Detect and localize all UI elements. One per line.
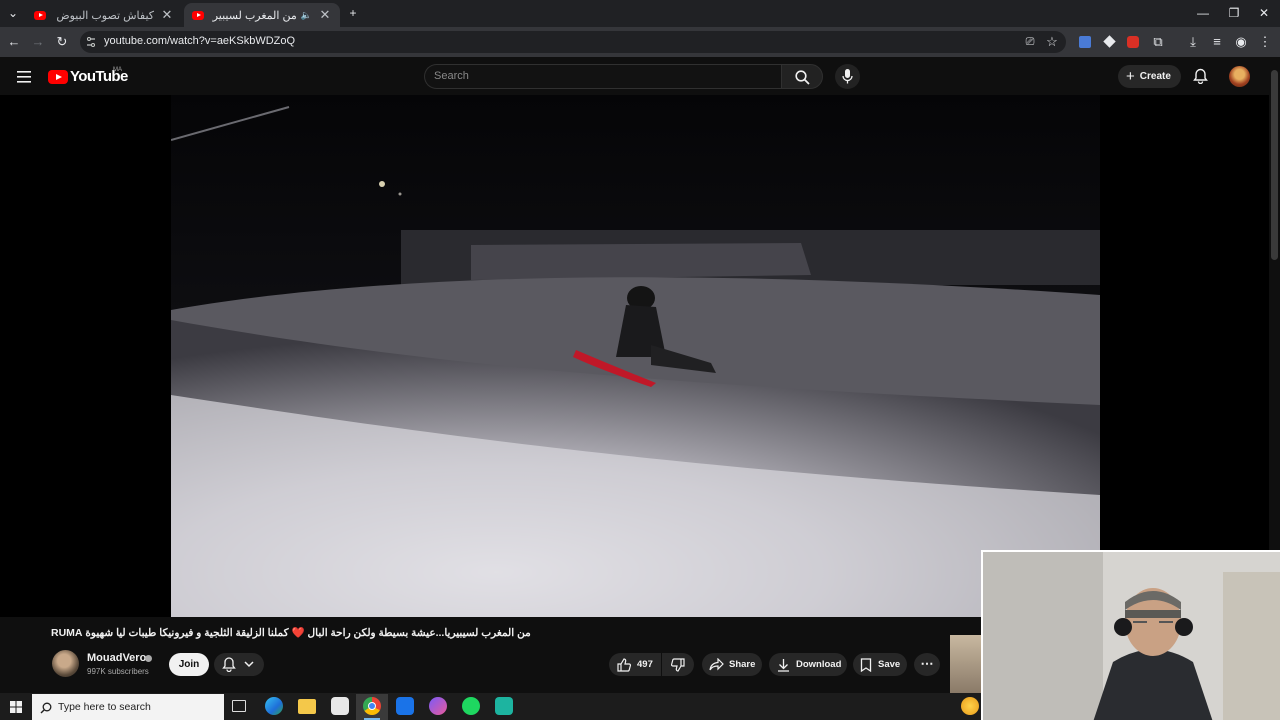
minimize-button[interactable]: — bbox=[1187, 0, 1219, 27]
plus-icon: + bbox=[1126, 68, 1135, 85]
youtube-favicon-icon bbox=[34, 10, 46, 20]
app-icon[interactable] bbox=[495, 697, 513, 715]
create-label: Create bbox=[1139, 71, 1171, 82]
chevron-down-icon bbox=[244, 661, 254, 668]
extension-red-icon[interactable] bbox=[1127, 36, 1139, 48]
save-bookmark-icon bbox=[860, 657, 872, 672]
thumbs-down-icon bbox=[671, 657, 685, 672]
tab-close-icon[interactable]: ✕ bbox=[318, 7, 332, 23]
back-icon[interactable]: ← bbox=[5, 33, 23, 51]
voice-search-button[interactable] bbox=[835, 64, 860, 89]
install-app-icon[interactable]: ⎚ bbox=[1021, 33, 1039, 51]
forward-icon[interactable]: → bbox=[29, 33, 47, 51]
profile-icon[interactable]: ◉ bbox=[1232, 33, 1250, 51]
dislike-button[interactable] bbox=[662, 653, 694, 676]
new-tab-button[interactable]: + bbox=[337, 0, 369, 27]
webcam-overlay bbox=[981, 550, 1280, 720]
recommended-video-thumbnail[interactable] bbox=[950, 635, 981, 693]
spotify-icon[interactable] bbox=[462, 697, 480, 715]
download-icon bbox=[778, 658, 789, 672]
channel-name[interactable]: MouadVero bbox=[87, 652, 146, 664]
bell-icon bbox=[222, 657, 236, 672]
chrome-taskbar-active[interactable] bbox=[356, 694, 388, 720]
weather-icon[interactable] bbox=[961, 697, 979, 715]
chrome-menu-icon[interactable]: ⋮ bbox=[1256, 33, 1274, 51]
reload-icon[interactable]: ↻ bbox=[53, 33, 71, 51]
video-title: من المغرب لسيبيريا...عيشة بسيطة ولكن راح… bbox=[51, 627, 531, 639]
media-queue-icon[interactable]: ≡ bbox=[1208, 33, 1226, 51]
outlook-icon[interactable] bbox=[396, 697, 414, 715]
webcam-person-image bbox=[983, 552, 1280, 720]
speaker-icon[interactable]: 🔈 bbox=[301, 10, 312, 21]
like-button[interactable]: 497 bbox=[609, 653, 661, 676]
country-code: MA bbox=[113, 67, 122, 73]
microsoft-store-icon[interactable] bbox=[331, 697, 349, 715]
search-icon bbox=[795, 70, 810, 85]
save-button[interactable]: Save bbox=[853, 653, 907, 676]
tab-title: كيفاش تصوب البيوض ب الاعشاب bbox=[54, 9, 154, 22]
hamburger-menu-icon[interactable] bbox=[17, 70, 31, 83]
windows-start-icon[interactable] bbox=[10, 700, 22, 713]
tab-search-icon[interactable]: ⌄ bbox=[0, 0, 26, 27]
download-label: Download bbox=[796, 659, 842, 670]
snow-scene-image bbox=[171, 95, 1100, 617]
more-actions-icon[interactable]: ⋯ bbox=[914, 653, 940, 676]
save-label: Save bbox=[878, 659, 901, 670]
download-button[interactable]: Download bbox=[769, 653, 847, 676]
messenger-icon[interactable] bbox=[429, 697, 447, 715]
file-explorer-icon[interactable] bbox=[298, 699, 316, 714]
tab-title: من المغرب لسيبيريا...عيشة بسيطة bbox=[212, 9, 297, 22]
share-button[interactable]: Share bbox=[702, 653, 762, 676]
translate-extension-icon[interactable] bbox=[1079, 36, 1091, 48]
restore-button[interactable]: ❐ bbox=[1218, 0, 1250, 27]
verified-check-icon bbox=[145, 655, 152, 662]
video-frame[interactable] bbox=[171, 95, 1100, 617]
create-button[interactable]: + Create bbox=[1118, 65, 1181, 88]
search-button[interactable] bbox=[781, 64, 823, 89]
taskbar-search-icon bbox=[40, 701, 52, 714]
downloads-icon[interactable]: ⤓ bbox=[1184, 33, 1202, 51]
thumbs-up-icon bbox=[617, 657, 631, 672]
subscription-bell-button[interactable] bbox=[214, 653, 264, 676]
user-avatar[interactable] bbox=[1229, 66, 1250, 87]
search-input[interactable] bbox=[424, 64, 782, 89]
subscriber-count: 997K subscribers bbox=[87, 667, 149, 676]
url-text[interactable]: youtube.com/watch?v=aeKSkbWDZoQ bbox=[104, 35, 295, 47]
youtube-favicon-icon bbox=[192, 10, 204, 20]
share-arrow-icon bbox=[709, 658, 724, 671]
scrollbar-thumb[interactable] bbox=[1271, 70, 1278, 260]
like-count: 497 bbox=[637, 659, 653, 670]
share-label: Share bbox=[729, 659, 756, 670]
notifications-bell-icon[interactable] bbox=[1193, 68, 1208, 85]
microphone-icon bbox=[842, 69, 853, 84]
edge-browser-icon[interactable] bbox=[265, 697, 283, 715]
extensions-puzzle-icon[interactable]: ⧉ bbox=[1149, 33, 1167, 51]
search-placeholder: Search bbox=[434, 70, 469, 82]
browser-tab-1[interactable]: كيفاش تصوب البيوض ب الاعشاب ✕ bbox=[26, 3, 182, 27]
taskbar-search-placeholder: Type here to search bbox=[58, 701, 151, 713]
task-view-icon[interactable] bbox=[232, 700, 246, 712]
close-window-button[interactable]: ✕ bbox=[1248, 0, 1280, 27]
bookmark-star-icon[interactable]: ☆ bbox=[1043, 33, 1061, 51]
youtube-logo-icon[interactable] bbox=[48, 70, 68, 84]
join-button[interactable]: Join bbox=[169, 653, 209, 676]
channel-avatar[interactable] bbox=[52, 650, 79, 677]
site-info-icon[interactable] bbox=[86, 35, 96, 47]
tab-close-icon[interactable]: ✕ bbox=[160, 7, 174, 23]
browser-tab-2[interactable]: من المغرب لسيبيريا...عيشة بسيطة 🔈 ✕ bbox=[184, 3, 340, 27]
